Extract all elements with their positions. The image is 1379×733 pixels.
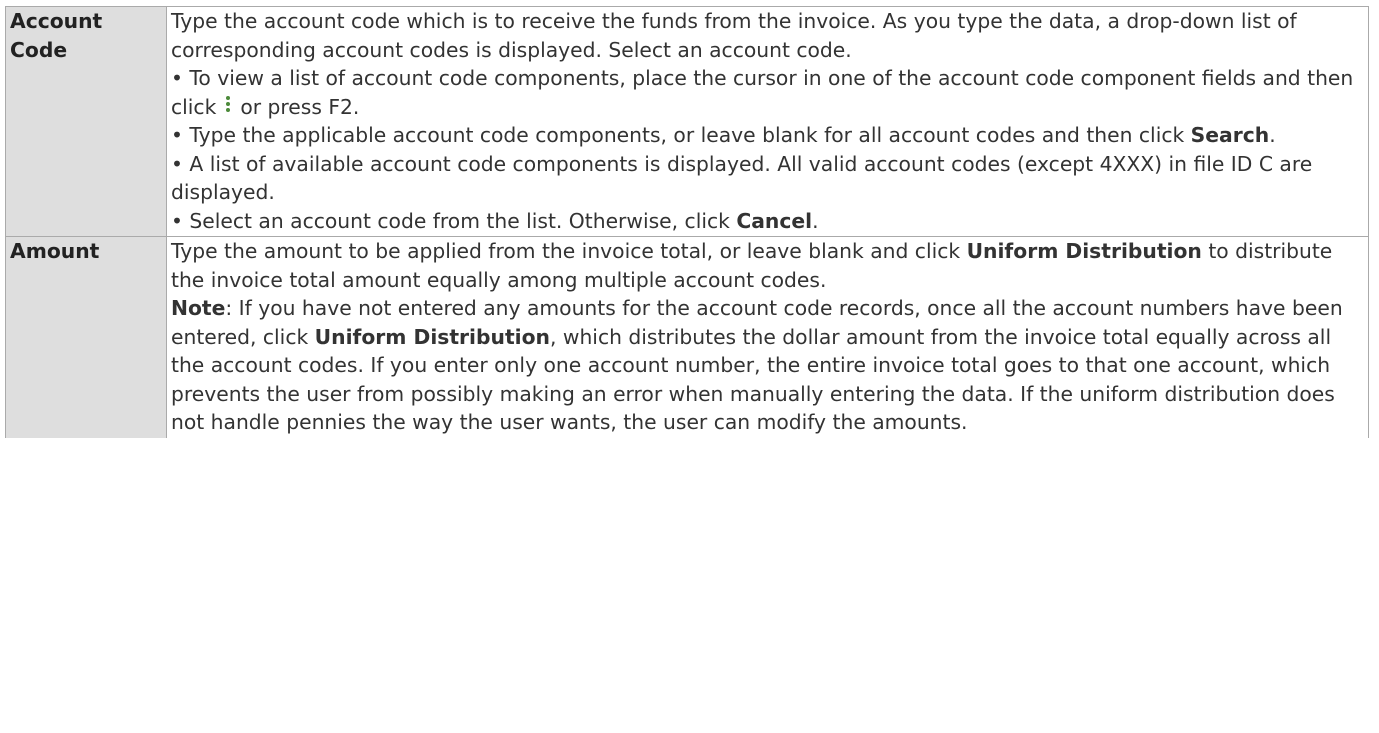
bullet-item: • A list of available account code compo… (171, 151, 1313, 205)
search-button-reference: Search (1190, 123, 1270, 147)
bullet-item: • To view a list of account code compone… (171, 64, 1364, 121)
bullet-text: or press F2. (240, 94, 360, 119)
table-row: Amount Type the amount to be applied fro… (5, 236, 1369, 438)
bullet-text: • Select an account code from the list. … (171, 208, 737, 233)
bullet-text: • Type the applicable account code compo… (171, 123, 1191, 147)
description-text: Type the amount to be applied from the i… (171, 237, 1364, 294)
description-text-part: Type the amount to be applied from the i… (171, 239, 967, 263)
uniform-distribution-reference: Uniform Distribution (966, 239, 1202, 263)
note-label: Note (171, 296, 226, 320)
bullet-item: • Type the applicable account code compo… (171, 121, 1364, 150)
table-row: Account Code Type the account code which… (5, 6, 1369, 237)
field-description-cell: Type the amount to be applied from the i… (166, 236, 1369, 438)
bullet-text: . (1269, 123, 1276, 147)
note-text: Note: If you have not entered any amount… (171, 294, 1364, 437)
field-description-table: Account Code Type the account code which… (5, 6, 1369, 438)
kebab-menu-icon[interactable] (222, 95, 234, 112)
bullet-text: . (812, 208, 819, 233)
cancel-button-reference: Cancel (736, 208, 813, 233)
description-text: Type the account code which is to receiv… (171, 9, 1297, 62)
uniform-distribution-reference: Uniform Distribution (314, 324, 550, 349)
bullet-item: • Select an account code from the list. … (171, 207, 1364, 236)
field-description-cell: Type the account code which is to receiv… (166, 6, 1369, 237)
field-name-cell: Amount (5, 236, 167, 438)
field-name-cell: Account Code (5, 6, 167, 237)
